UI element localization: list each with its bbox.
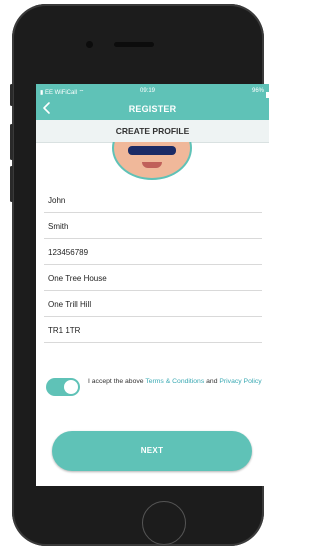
side-button: [10, 166, 13, 202]
address-line-2-field[interactable]: One Trill Hill: [44, 296, 262, 317]
terms-conditions-link[interactable]: Terms & Conditions: [145, 378, 204, 385]
front-camera: [86, 41, 93, 48]
toggle-knob: [64, 380, 78, 394]
first-name-value: John: [48, 196, 66, 205]
phone-number-value: 123456789: [48, 248, 89, 257]
section-title: CREATE PROFILE: [115, 126, 190, 136]
side-button: [10, 84, 13, 106]
address-line-1-value: One Tree House: [48, 274, 107, 283]
next-button[interactable]: NEXT: [52, 431, 252, 471]
nav-bar: REGISTER: [36, 98, 269, 120]
first-name-field[interactable]: John: [44, 192, 262, 213]
avatar-mouth: [142, 162, 162, 168]
address-line-2-value: One Trill Hill: [48, 300, 92, 309]
speaker-grille: [114, 42, 154, 47]
phone-number-field[interactable]: 123456789: [44, 244, 262, 265]
last-name-field[interactable]: Smith: [44, 218, 262, 239]
carrier-label: ▮ EE WiFiCall ⌔: [40, 88, 84, 96]
status-bar: ▮ EE WiFiCall ⌔ 09:19 96%: [36, 84, 269, 98]
terms-row: I accept the above Terms & Conditions an…: [36, 376, 269, 406]
signal-icon: ▮: [40, 90, 44, 96]
carrier-text: EE WiFiCall: [44, 90, 77, 96]
side-button: [10, 124, 13, 160]
home-button[interactable]: [142, 501, 186, 545]
battery-percent: 96%: [251, 88, 264, 94]
page-title: REGISTER: [128, 104, 177, 114]
address-line-1-field[interactable]: One Tree House: [44, 270, 262, 291]
postcode-value: TR1 1TR: [48, 326, 81, 335]
last-name-value: Smith: [48, 222, 69, 231]
battery-status: 96%: [251, 88, 269, 98]
privacy-policy-link[interactable]: Privacy Policy: [219, 378, 261, 385]
app-screen: ▮ EE WiFiCall ⌔ 09:19 96% REGISTER CREAT…: [36, 84, 269, 486]
terms-toggle[interactable]: [46, 378, 80, 396]
wifi-icon: ⌔: [78, 90, 85, 96]
avatar-glasses: [128, 146, 176, 155]
section-header: CREATE PROFILE: [36, 120, 269, 143]
terms-text: I accept the above Terms & Conditions an…: [88, 377, 266, 386]
postcode-field[interactable]: TR1 1TR: [44, 322, 262, 343]
terms-prefix: I accept the above: [88, 378, 146, 385]
status-time: 09:19: [140, 88, 156, 94]
terms-middle: and: [204, 378, 220, 385]
